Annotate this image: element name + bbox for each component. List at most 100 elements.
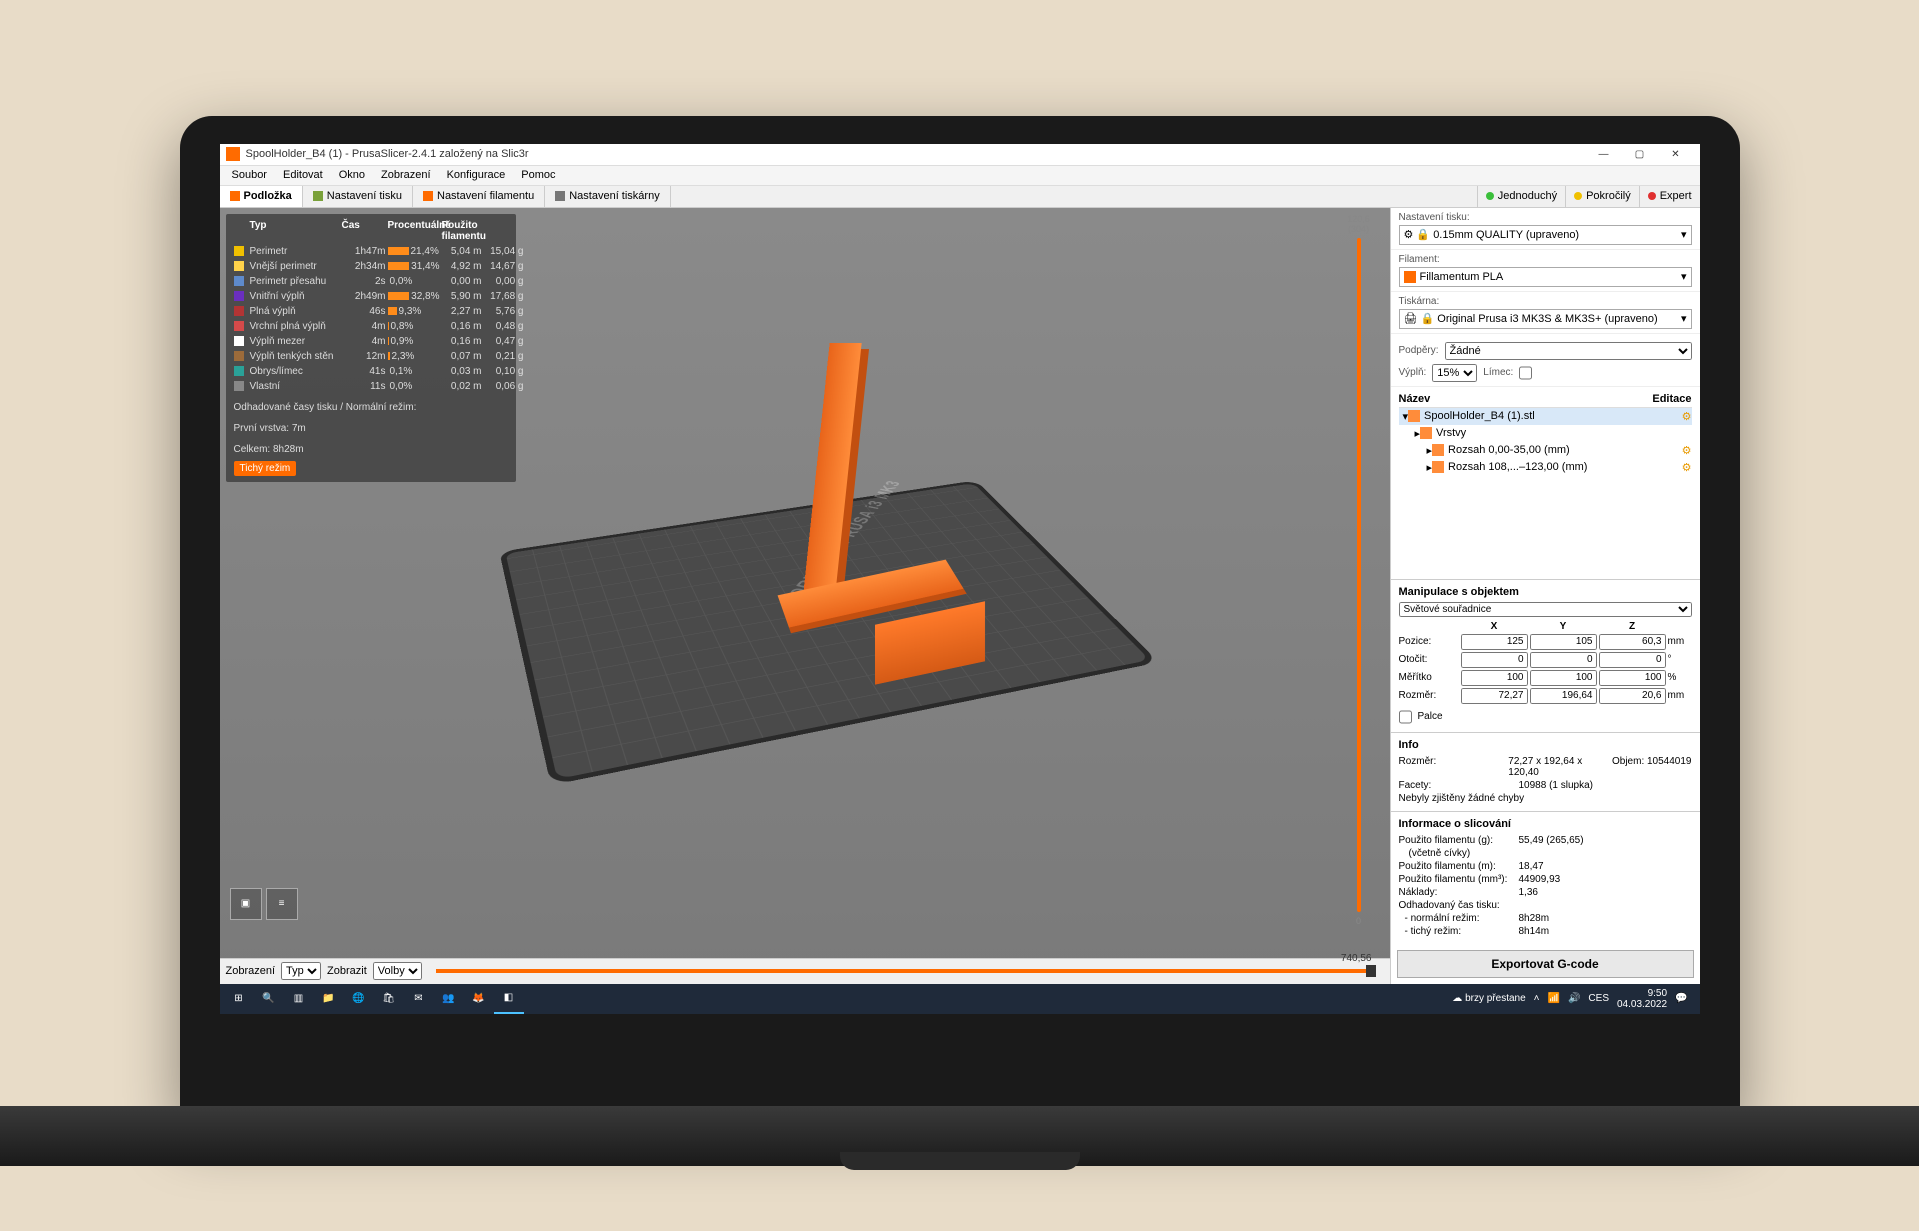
tree-row-3[interactable]: ▸ Rozsah 108,...–123,00 (mm)⚙ — [1399, 459, 1692, 476]
rot-x-input[interactable] — [1461, 652, 1528, 668]
minimize-button[interactable]: — — [1586, 144, 1622, 166]
view-layers-button[interactable]: ≡ — [266, 888, 298, 920]
view-iso-button[interactable]: ▣ — [230, 888, 262, 920]
filament-select[interactable]: Fillamentum PLA▾ — [1399, 267, 1692, 287]
filament-label: Filament: — [1399, 254, 1692, 265]
menu-file[interactable]: Soubor — [224, 169, 275, 181]
tray-network-icon[interactable]: 📶 — [1548, 993, 1560, 1004]
scale-x-input[interactable] — [1461, 670, 1528, 686]
maximize-button[interactable]: ▢ — [1622, 144, 1658, 166]
explorer-icon[interactable]: 📁 — [314, 984, 344, 1014]
tray-notifications-icon[interactable]: 💬 — [1675, 993, 1687, 1004]
legend-row-1[interactable]: Vnější perimetr2h34m31,4%4,92 m14,67 g — [234, 259, 508, 274]
legend-row-7[interactable]: Výplň tenkých stěn12m2,3%0,07 m0,21 g — [234, 349, 508, 364]
legend-row-6[interactable]: Výplň mezer4m0,9%0,16 m0,47 g — [234, 334, 508, 349]
coord-system-select[interactable]: Světové souřadnice — [1399, 602, 1692, 617]
legend-header-type: Typ — [250, 220, 340, 242]
layer-top-label: 120,6 (304) — [1347, 214, 1370, 234]
view-type-label: Zobrazení — [226, 965, 276, 977]
legend-row-5[interactable]: Vrchní plná výplň4m0,8%0,16 m0,48 g — [234, 319, 508, 334]
pos-z-input[interactable] — [1599, 634, 1666, 650]
legend-row-9[interactable]: Vlastní11s0,0%0,02 m0,06 g — [234, 379, 508, 394]
legend-meta3: Celkem: 8h28m — [234, 442, 508, 457]
menu-edit[interactable]: Editovat — [275, 169, 331, 181]
close-button[interactable]: ✕ — [1658, 144, 1694, 166]
tab-2[interactable]: Nastavení filamentu — [413, 186, 545, 207]
manipulation-panel: Manipulace s objektem Světové souřadnice… — [1391, 579, 1700, 732]
sidebar: Nastavení tisku: ⚙ 🔒 0.15mm QUALITY (upr… — [1390, 208, 1700, 984]
rot-y-input[interactable] — [1530, 652, 1597, 668]
pos-y-input[interactable] — [1530, 634, 1597, 650]
menubar: Soubor Editovat Okno Zobrazení Konfigura… — [220, 166, 1700, 186]
show-label: Zobrazit — [327, 965, 367, 977]
mail-icon[interactable]: ✉ — [404, 984, 434, 1014]
size-y-input[interactable] — [1530, 688, 1597, 704]
inches-checkbox[interactable] — [1399, 708, 1412, 726]
menu-view[interactable]: Zobrazení — [373, 169, 439, 181]
legend-row-2[interactable]: Perimetr přesahu2s0,0%0,00 m0,00 g — [234, 274, 508, 289]
size-z-input[interactable] — [1599, 688, 1666, 704]
tab-3[interactable]: Nastavení tiskárny — [545, 186, 670, 207]
tray-volume-icon[interactable]: 🔊 — [1568, 993, 1580, 1004]
legend-row-0[interactable]: Perimetr1h47m21,4%5,04 m15,04 g — [234, 244, 508, 259]
mode-0[interactable]: Jednoduchý — [1477, 186, 1565, 207]
mode-2[interactable]: Expert — [1639, 186, 1700, 207]
view-type-select[interactable]: Typ — [281, 962, 321, 980]
info-panel: Info Rozměr:72,27 x 192,64 x 120,40 Obje… — [1391, 732, 1700, 811]
tree-row-2[interactable]: ▸ Rozsah 0,00-35,00 (mm)⚙ — [1399, 442, 1692, 459]
tab-0[interactable]: Podložka — [220, 186, 303, 207]
tray-clock[interactable]: 9:5004.03.2022 — [1617, 988, 1667, 1010]
teams-icon[interactable]: 👥 — [434, 984, 464, 1014]
brim-label: Límec: — [1483, 367, 1513, 378]
print-settings-select[interactable]: ⚙ 🔒 0.15mm QUALITY (upraveno)▾ — [1399, 225, 1692, 245]
scale-y-input[interactable] — [1530, 670, 1597, 686]
show-select[interactable]: Volby — [373, 962, 422, 980]
main-area: Typ Čas Procentuálně Použito filamentu P… — [220, 208, 1700, 984]
tree-header-name: Název — [1399, 393, 1653, 405]
app-icon — [226, 147, 240, 161]
tree-row-1[interactable]: ▸ Vrstvy — [1399, 425, 1692, 442]
size-x-input[interactable] — [1461, 688, 1528, 704]
start-button[interactable]: ⊞ — [224, 984, 254, 1014]
menu-config[interactable]: Konfigurace — [439, 169, 514, 181]
tab-1[interactable]: Nastavení tisku — [303, 186, 413, 207]
brim-checkbox[interactable] — [1519, 364, 1532, 382]
export-gcode-button[interactable]: Exportovat G-code — [1397, 950, 1694, 978]
legend-row-3[interactable]: Vnitřní výplň2h49m32,8%5,90 m17,68 g — [234, 289, 508, 304]
scale-z-input[interactable] — [1599, 670, 1666, 686]
windows-taskbar: ⊞ 🔍 ▥ 📁 🌐 🛍 ✉ 👥 🦊 ◧ ☁ brzy přestane ˄ 📶 … — [220, 984, 1700, 1014]
silent-mode-button[interactable]: Tichý režim — [234, 461, 297, 476]
firefox-icon[interactable]: 🦊 — [464, 984, 494, 1014]
object-tree: Název Editace ▾ SpoolHolder_B4 (1).stl⚙▸… — [1391, 387, 1700, 480]
menu-help[interactable]: Pomoc — [513, 169, 563, 181]
menu-window[interactable]: Okno — [331, 169, 373, 181]
search-button[interactable]: 🔍 — [254, 984, 284, 1014]
supports-select[interactable]: Žádné — [1445, 342, 1692, 360]
edge-icon[interactable]: 🌐 — [344, 984, 374, 1014]
titlebar: SpoolHolder_B4 (1) - PrusaSlicer-2.4.1 z… — [220, 144, 1700, 166]
manipulation-title: Manipulace s objektem — [1399, 586, 1692, 598]
prusaslicer-taskbar-icon[interactable]: ◧ — [494, 984, 524, 1014]
laptop-frame: SpoolHolder_B4 (1) - PrusaSlicer-2.4.1 z… — [180, 116, 1740, 1116]
task-view-button[interactable]: ▥ — [284, 984, 314, 1014]
viewport-3d[interactable]: Typ Čas Procentuálně Použito filamentu P… — [220, 208, 1390, 958]
horizontal-slider[interactable]: 740,56 — [436, 969, 1376, 973]
infill-label: Výplň: — [1399, 367, 1427, 378]
tree-row-0[interactable]: ▾ SpoolHolder_B4 (1).stl⚙ — [1399, 408, 1692, 425]
infill-select[interactable]: 15% — [1432, 364, 1477, 382]
legend-header-used: Použito filamentu — [442, 220, 482, 242]
legend-row-8[interactable]: Obrys/límec41s0,1%0,03 m0,10 g — [234, 364, 508, 379]
mode-1[interactable]: Pokročilý — [1565, 186, 1639, 207]
tray-chevron-icon[interactable]: ˄ — [1534, 993, 1540, 1004]
slider-thumb[interactable] — [1366, 965, 1376, 977]
rot-z-input[interactable] — [1599, 652, 1666, 668]
tray-language[interactable]: CES — [1588, 993, 1609, 1004]
legend-row-4[interactable]: Plná výplň46s9,3%2,27 m5,76 g — [234, 304, 508, 319]
legend-header-pct: Procentuálně — [388, 220, 440, 242]
layer-slider-track[interactable] — [1357, 238, 1361, 912]
pos-x-input[interactable] — [1461, 634, 1528, 650]
layer-slider[interactable]: 120,6 (304) 0 — [1334, 214, 1384, 926]
store-icon[interactable]: 🛍 — [374, 984, 404, 1014]
printer-select[interactable]: 🖨 🔒 Original Prusa i3 MK3S & MK3S+ (upra… — [1399, 309, 1692, 329]
weather-widget[interactable]: ☁ brzy přestane — [1452, 993, 1525, 1004]
